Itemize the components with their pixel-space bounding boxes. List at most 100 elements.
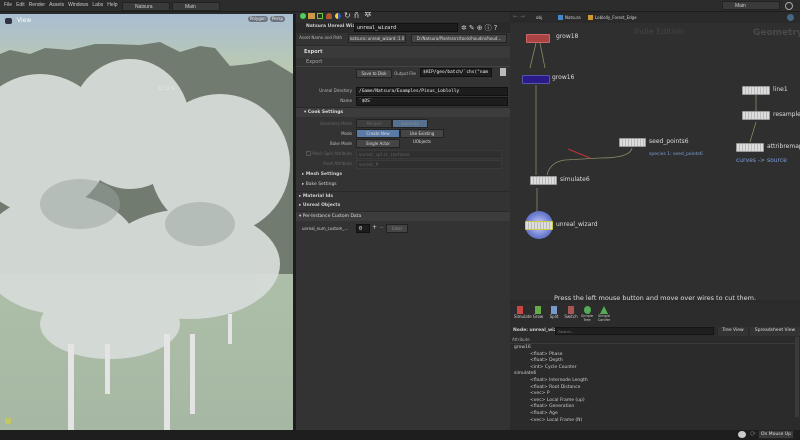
shelf-tool-split[interactable]: Split <box>548 306 560 319</box>
cook-settings-section[interactable]: ▾ Cook Settings <box>296 107 510 117</box>
bake-mode-dropdown[interactable]: Single Actor <box>356 139 400 148</box>
file-browse-icon[interactable] <box>500 68 506 76</box>
asset-name-dropdown[interactable]: natsura::unreal_wizard::1.0 <box>348 34 406 43</box>
mode-create-new[interactable]: Create New UObjects <box>356 129 400 144</box>
spreadsheet-view-tab[interactable]: Spreadsheet View <box>750 327 800 336</box>
tree-view-tab[interactable]: Tree View <box>718 327 748 336</box>
asset-label: Asset Name and Path <box>299 35 342 40</box>
desktop-dropdown[interactable]: Natsura <box>122 2 170 11</box>
name-field[interactable]: `$OS` <box>356 97 508 106</box>
shelf-tool-grow[interactable]: Grow <box>532 306 544 319</box>
output-file-label: Output File <box>394 71 416 76</box>
mesh-settings-folder[interactable]: ▸ Mesh Settings <box>296 170 510 180</box>
shading-mode-badge[interactable]: Polygon <box>248 16 268 22</box>
node-grow18[interactable] <box>526 34 550 43</box>
viewport-percent: 12.52 % <box>158 86 175 91</box>
unreal-directory-field[interactable]: /Game/Natsura/Examples/Pinus_Loblolly <box>356 87 508 96</box>
status-bar: ⟳ On Mouse Up <box>0 430 800 440</box>
shelf-tool-simple-conifer[interactable]: Simple Conifer <box>596 306 612 322</box>
tree-icon[interactable] <box>300 13 306 19</box>
palette-icon[interactable] <box>308 13 315 19</box>
name-label: Name <box>340 98 352 103</box>
geo-mode-merged[interactable]: Merged Geometry <box>356 119 392 134</box>
shelf-tool-simple-tree[interactable]: Simple Tree <box>580 306 594 322</box>
menu-file[interactable]: File <box>4 0 12 11</box>
output-file-field[interactable]: $HIP/geo/batch/`chs("nam <box>420 68 492 77</box>
split-icon <box>551 306 557 314</box>
node-line1[interactable] <box>742 86 770 95</box>
unreal-directory-label: Unreal Directory <box>319 88 352 93</box>
menu-help[interactable]: Help <box>107 0 117 11</box>
save-to-disk-button[interactable]: Save to Disk <box>356 69 392 78</box>
viewport-title: View <box>17 17 32 24</box>
per-instance-label: Per-Instance Custom Data <box>302 214 362 219</box>
cloud-icon[interactable] <box>738 431 746 438</box>
num-custom-label: unreal_num_custom_... <box>302 226 349 231</box>
add-icon[interactable]: + <box>372 224 377 231</box>
natsura-shelf: Simulate Grow Split Switch Simple Tree S… <box>510 303 800 327</box>
switch-icon <box>568 306 574 314</box>
attribute-row[interactable]: <vec> Local Frame (N) <box>510 417 582 424</box>
moon-icon[interactable] <box>335 13 341 19</box>
update-mode-button[interactable]: On Mouse Up <box>758 430 794 439</box>
pivot-label: Pivot Attribute <box>323 161 352 166</box>
sheet-scrollbar[interactable] <box>795 337 799 417</box>
geo-mode-separate[interactable]: Separate Objects <box>392 119 428 134</box>
mesh-split-field[interactable]: unreal_split_instance <box>356 150 502 159</box>
menu-labs[interactable]: Labs <box>92 0 103 11</box>
material-ids-folder[interactable]: ▸ Material Ids <box>296 191 510 201</box>
clear-button[interactable]: Clear <box>386 224 408 233</box>
bake-settings-folder[interactable]: ▸ Bake Settings <box>296 180 510 190</box>
mode-use-existing[interactable]: Use Existing UObjects <box>400 129 444 144</box>
cook-settings-label: Cook Settings <box>307 110 344 115</box>
shelf-tool-simulate[interactable]: Simulate <box>514 306 532 319</box>
mesh-settings-label: Mesh Settings <box>305 172 343 177</box>
pivot-field[interactable]: unreal_P <box>356 160 502 169</box>
node-grow16[interactable] <box>522 75 550 84</box>
node-attribremap1[interactable] <box>736 143 764 152</box>
network-editor[interactable]: ← → obj Natsura Loblolly_Forest_Edge Ind… <box>510 0 800 302</box>
geometry-mode-label: Geometry Mode <box>319 121 352 126</box>
node-name-field[interactable]: unreal_wizard <box>354 23 458 32</box>
natsura-icon[interactable]: ñ <box>354 11 359 20</box>
sync-icon[interactable]: ⟳ <box>750 430 756 438</box>
conifer-icon <box>600 306 608 314</box>
context-dropdown[interactable]: Main <box>172 2 220 11</box>
refresh-icon[interactable]: ↻ <box>344 11 351 20</box>
node-attrib-note: curves -> source <box>736 157 787 164</box>
node-seed-label: seed_points6 <box>649 138 689 145</box>
menu-windows[interactable]: Windows <box>68 0 88 11</box>
view-icon <box>5 18 12 24</box>
num-custom-field[interactable]: 0 <box>356 224 370 233</box>
mushroom-icon[interactable] <box>326 13 332 19</box>
sheet-search-input[interactable] <box>555 327 714 335</box>
help-icon[interactable] <box>785 2 793 10</box>
cube-icon[interactable] <box>317 13 323 19</box>
node-wizard-label: unreal_wizard <box>556 221 598 228</box>
menu-assets[interactable]: Assets <box>49 0 64 11</box>
node-simulate6[interactable] <box>530 176 557 185</box>
simple-tree-icon <box>583 306 591 314</box>
export-section[interactable]: Export <box>296 45 510 58</box>
node-unreal-wizard[interactable] <box>525 221 553 230</box>
node-resample1[interactable] <box>742 111 770 120</box>
node-grow18-label: grow18 <box>556 33 579 40</box>
bake-mode-label: Bake Mode <box>330 141 352 146</box>
menu-render[interactable]: Render <box>29 0 45 11</box>
attribute-header: Attribute <box>510 337 795 344</box>
per-instance-section[interactable]: ▾ Per-Instance Custom Data <box>296 211 510 221</box>
grow-label: Grow <box>532 314 544 319</box>
camera-badge[interactable]: Persp <box>270 16 285 22</box>
scene-viewport[interactable]: View Polygon Persp 12.52 % <box>0 14 293 430</box>
axis-gizmo-icon <box>5 418 11 424</box>
shelf-tool-switch[interactable]: Switch <box>564 306 578 319</box>
unreal-objects-folder[interactable]: ▸ Unreal Objects <box>296 201 510 211</box>
simple-tree-label: Simple Tree <box>581 314 593 322</box>
node-header-icons[interactable]: ✲✎⊕ⓘ? <box>461 23 499 33</box>
right-desk-dropdown[interactable]: Main <box>722 1 780 10</box>
asset-path-dropdown[interactable]: D:/Natsura/Plants/src/tools/houdini/houd… <box>411 34 507 43</box>
menu-edit[interactable]: Edit <box>16 0 25 11</box>
remove-icon[interactable]: − <box>379 224 384 231</box>
mode-label: Mode <box>341 131 352 136</box>
node-seed-points6[interactable] <box>619 138 646 147</box>
